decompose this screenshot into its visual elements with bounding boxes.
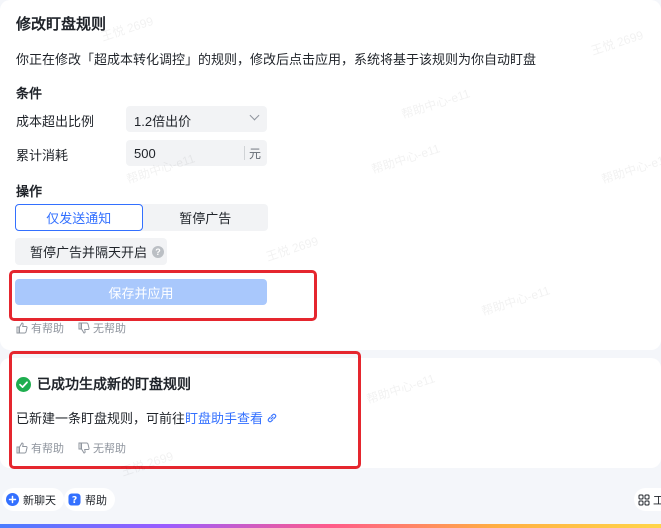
right-tool-label: 工 [653,494,661,507]
rule-card-title: 修改盯盘规则 [16,16,107,33]
bottom-bar: 新聊天 ? 帮助 工 [0,480,661,528]
svg-text:?: ? [72,495,77,506]
thumbs-up-icon [16,322,28,334]
new-chat-label: 新聊天 [23,494,56,507]
cumulative-spend-label: 累计消耗 [16,148,69,163]
cost-ratio-label: 成本超出比例 [16,114,95,129]
right-tool-button[interactable]: 工 [634,488,661,511]
helpful-label: 有帮助 [31,323,64,335]
rule-card-description: 你正在修改「超成本转化调控」的规则，修改后点击应用，系统将基于该规则为你自动盯盘 [16,52,537,67]
cumulative-spend-input[interactable] [126,145,244,161]
feedback-row: 有帮助 无帮助 [16,320,140,336]
actions-heading: 操作 [16,184,43,199]
option-pause-and-resume-label: 暂停广告并隔天开启 [30,245,148,260]
option-pause-ad[interactable]: 暂停广告 [143,204,269,231]
chevron-down-icon [249,110,260,121]
unhelpful-label: 无帮助 [93,323,126,335]
new-chat-button[interactable]: 新聊天 [2,488,64,511]
thumbs-down-icon [78,322,90,334]
conditions-heading: 条件 [16,86,43,101]
help-icon: ? [68,493,81,506]
option-notify-only[interactable]: 仅发送通知 [15,204,143,231]
currency-unit: 元 [249,146,262,161]
highlight-box-success [9,351,361,469]
help-button[interactable]: ? 帮助 [64,488,115,511]
cost-ratio-value: 1.2倍出价 [134,114,192,129]
action-segmented-control: 仅发送通知 暂停广告 [15,204,268,231]
cost-ratio-select[interactable]: 1.2倍出价 [126,106,267,132]
help-label: 帮助 [85,494,107,507]
helpful-button[interactable]: 有帮助 [16,320,64,336]
cumulative-spend-field: 元 [126,140,267,166]
highlight-box-save [9,270,317,321]
plus-circle-icon [6,493,19,506]
bottom-gradient-line [0,524,661,528]
unhelpful-button[interactable]: 无帮助 [78,320,126,336]
question-icon[interactable]: ? [152,245,165,258]
grid-icon [638,494,650,505]
option-pause-and-resume[interactable]: 暂停广告并隔天开启 ? [15,238,167,265]
